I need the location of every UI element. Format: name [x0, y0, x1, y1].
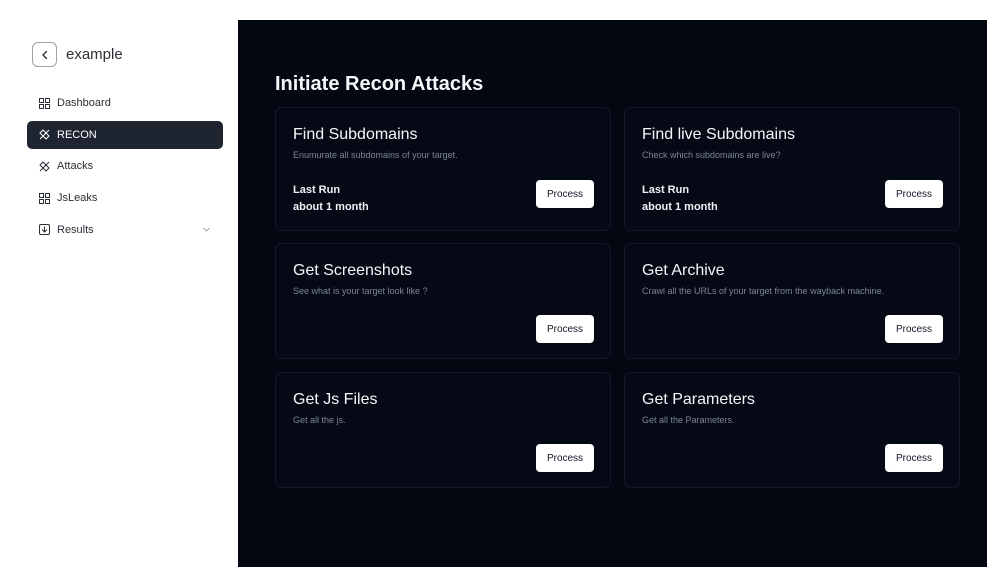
- sidebar-item-recon[interactable]: RECON: [27, 120, 223, 149]
- grid-icon: [38, 192, 50, 204]
- process-button[interactable]: Process: [885, 315, 943, 343]
- card-title: Find Subdomains: [293, 126, 418, 143]
- last-run-label: Last Run: [293, 184, 341, 196]
- chevron-down-icon[interactable]: [202, 225, 211, 234]
- card-get-parameters: Get Parameters Get all the Parameters. P…: [624, 372, 960, 488]
- sidebar-item-attacks[interactable]: Attacks: [27, 152, 223, 180]
- grid-icon: [38, 97, 50, 109]
- project-header: example: [32, 42, 123, 67]
- back-button[interactable]: [32, 42, 57, 67]
- process-button[interactable]: Process: [536, 444, 594, 472]
- process-button[interactable]: Process: [885, 180, 943, 208]
- card-title: Get Archive: [642, 262, 725, 279]
- card-description: Crawl all the URLs of your target from t…: [642, 286, 885, 296]
- card-description: Get all the js.: [293, 415, 346, 425]
- process-button[interactable]: Process: [536, 315, 594, 343]
- last-run: Last Run about 1 month: [293, 182, 369, 216]
- process-button[interactable]: Process: [536, 180, 594, 208]
- sidebar-item-dashboard[interactable]: Dashboard: [27, 89, 223, 117]
- project-name: example: [66, 46, 123, 63]
- card-get-js-files: Get Js Files Get all the js. Process: [275, 372, 611, 488]
- card-description: Enumurate all subdomains of your target.: [293, 150, 458, 160]
- box-icon: [38, 224, 50, 236]
- page-title: Initiate Recon Attacks: [275, 73, 484, 95]
- sidebar: example Dashboard RECON Attacks JsLeaks: [0, 0, 238, 580]
- card-get-archive: Get Archive Crawl all the URLs of your t…: [624, 243, 960, 359]
- process-button[interactable]: Process: [885, 444, 943, 472]
- sidebar-item-label: Results: [57, 223, 94, 236]
- card-title: Find live Subdomains: [642, 126, 795, 143]
- sidebar-item-label: JsLeaks: [57, 192, 98, 205]
- card-title: Get Parameters: [642, 391, 755, 408]
- sidebar-nav: Dashboard RECON Attacks JsLeaks Results: [27, 89, 223, 247]
- card-title: Get Js Files: [293, 391, 378, 408]
- card-description: Get all the Parameters.: [642, 415, 735, 425]
- card-title: Get Screenshots: [293, 262, 413, 279]
- last-run-value: about 1 month: [293, 201, 369, 213]
- chevron-left-icon: [41, 50, 47, 59]
- crosshair-icon: [38, 160, 50, 172]
- sidebar-item-label: Attacks: [57, 160, 94, 173]
- sidebar-item-jsleaks[interactable]: JsLeaks: [27, 184, 223, 212]
- main-panel: Initiate Recon Attacks Find Subdomains E…: [238, 20, 987, 567]
- card-get-screenshots: Get Screenshots See what is your target …: [275, 243, 611, 359]
- sidebar-item-label: RECON: [57, 128, 97, 141]
- card-find-live-subdomains: Find live Subdomains Check which subdoma…: [624, 107, 960, 231]
- last-run-label: Last Run: [642, 184, 690, 196]
- card-description: See what is your target look like ?: [293, 286, 428, 296]
- sidebar-item-label: Dashboard: [57, 97, 111, 109]
- card-description: Check which subdomains are live?: [642, 150, 781, 160]
- sidebar-item-results[interactable]: Results: [27, 216, 223, 244]
- last-run: Last Run about 1 month: [642, 182, 718, 216]
- card-find-subdomains: Find Subdomains Enumurate all subdomains…: [275, 107, 611, 231]
- crosshair-icon: [38, 129, 50, 141]
- last-run-value: about 1 month: [642, 201, 718, 213]
